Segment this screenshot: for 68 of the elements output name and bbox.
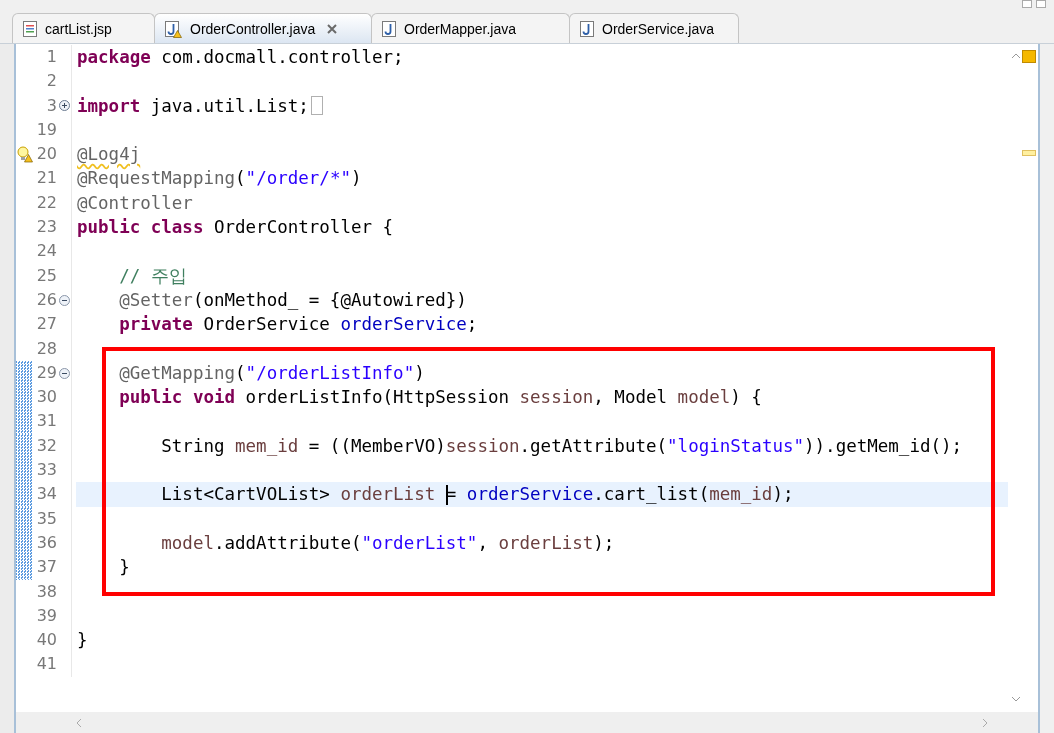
line-number: 37 [35,556,57,579]
maximize-icon[interactable] [1036,0,1046,8]
editor-tab[interactable]: cartList.jsp [12,13,155,43]
editor-tab[interactable]: OrderService.java [569,13,739,43]
java-file-icon [382,20,396,37]
line-number: 33 [35,459,57,482]
code-line: // 주입 [118,264,187,288]
tab-label: cartList.jsp [45,20,112,37]
scroll-left-icon[interactable] [76,717,82,728]
java-file-icon [165,20,179,37]
code-line: } [77,629,88,653]
scroll-right-icon[interactable] [982,717,988,728]
collapse-icon[interactable] [58,367,70,379]
tab-label: OrderMapper.java [404,20,517,37]
line-number: 22 [35,191,57,214]
line-number: 38 [35,580,57,603]
warning-overview-marker[interactable] [1022,50,1036,63]
java-file-icon [580,20,594,37]
line-number: 36 [35,531,57,554]
code-line: @RequestMapping("/order/*") [77,167,362,191]
line-number: 41 [35,653,57,676]
folded-code-icon[interactable] [310,96,323,116]
line-number: 21 [35,167,57,190]
line-number: 27 [35,313,57,336]
line-number: 34 [35,483,57,506]
file-icon [23,20,37,37]
line-number: 23 [35,216,57,239]
expand-icon[interactable] [58,100,70,112]
code-line: public void orderListInfo(HttpSession session, Model model) { [118,386,762,410]
tab-label: OrderController.java [190,20,316,37]
line-number: 2 [45,70,57,93]
minimize-icon[interactable] [1022,0,1032,8]
horizontal-scrollbar[interactable] [16,712,1038,733]
line-number: 31 [35,410,57,433]
collapse-icon[interactable] [58,294,70,306]
line-number: 26 [35,288,57,311]
code-line: model.addAttribute("orderList", orderList); [160,531,615,555]
close-icon[interactable] [327,23,338,34]
line-number: 30 [35,386,57,409]
code-line: @Controller [77,191,193,215]
code-line: package com.docmall.controller; [77,46,404,69]
warning-overview-marker[interactable] [1022,150,1036,156]
line-number: 1 [45,46,57,68]
line-number: 29 [35,361,57,384]
line-number: 35 [35,507,57,530]
line-number: 40 [35,629,57,652]
code-line: String mem_id = ((MemberVO)session.getAttribute("loginStatus")).getMem_id(); [160,434,963,458]
editor-tab[interactable]: OrderController.java [154,13,372,43]
line-number: 20 [35,143,57,166]
line-number: 28 [35,337,57,360]
line-number: 24 [35,240,57,263]
scroll-down-icon[interactable] [1011,696,1021,702]
code-line: import java.util.List; [77,94,309,118]
code-line: @GetMapping("/orderListInfo") [118,361,425,385]
line-number: 32 [35,434,57,457]
code-line: @Log4j [77,143,141,167]
code-line: private OrderService orderService; [118,313,478,337]
line-number: 3 [45,94,57,117]
line-number: 39 [35,604,57,627]
code-line: } [118,556,130,580]
line-number: 25 [35,264,57,287]
tab-label: OrderService.java [602,20,715,37]
editor-tab[interactable]: OrderMapper.java [371,13,570,43]
warning-lightbulb-icon[interactable] [16,145,33,163]
scroll-up-icon[interactable] [1011,53,1021,59]
code-line: public class OrderController { [77,216,394,240]
line-number: 19 [35,118,57,141]
code-line: @Setter(onMethod_ = {@Autowired}) [118,288,467,312]
